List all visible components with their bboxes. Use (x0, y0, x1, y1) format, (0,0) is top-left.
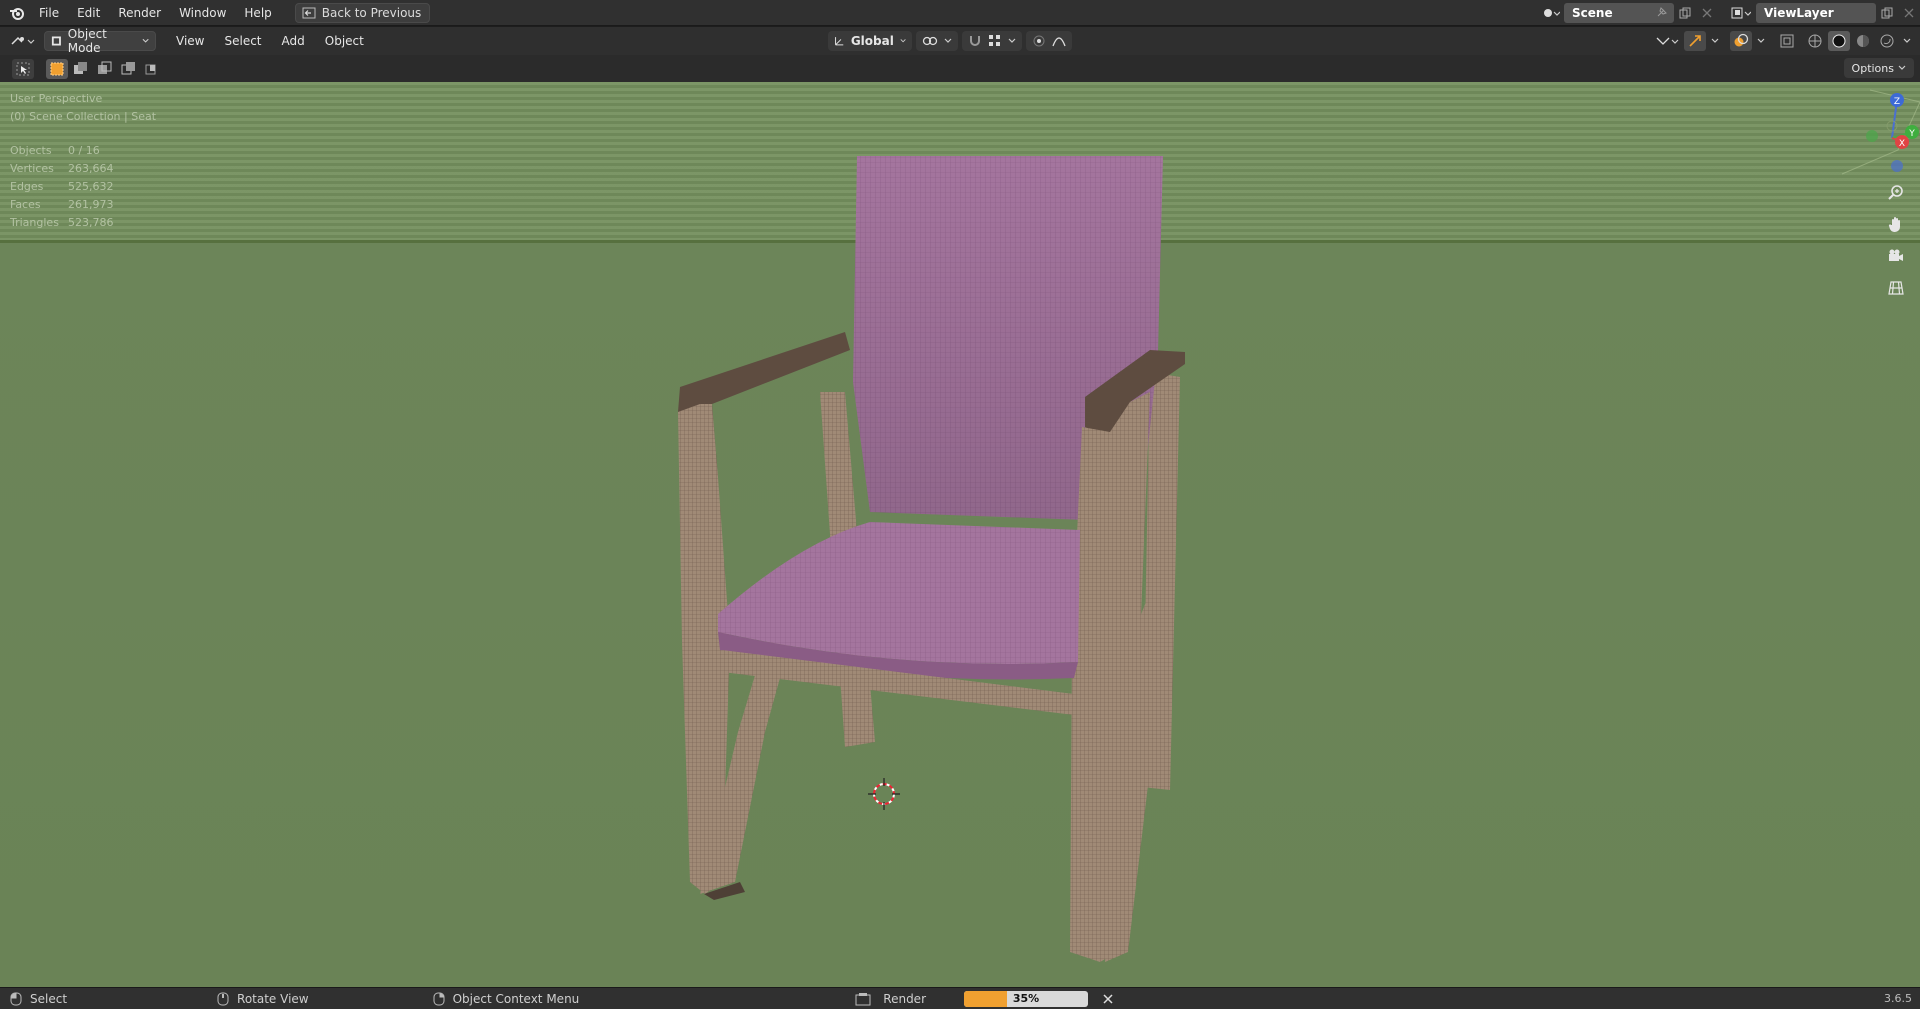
transform-orientation-dropdown[interactable]: Global (828, 31, 912, 51)
chair-seat (718, 522, 1080, 680)
render-progress-text: 35% (1012, 991, 1040, 1005)
transform-pivot-dropdown[interactable] (916, 31, 958, 51)
shading-material-icon[interactable] (1852, 31, 1874, 51)
mode-dropdown[interactable]: Object Mode (44, 27, 156, 55)
back-arrow-icon (302, 7, 316, 18)
back-to-previous-button[interactable]: Back to Previous (294, 2, 431, 23)
select-tool-icon[interactable] (12, 58, 34, 79)
gizmo-neg-x-icon[interactable] (1886, 120, 1898, 132)
gizmo-y-label: Y (1908, 129, 1915, 139)
menu-edit[interactable]: Edit (68, 0, 109, 26)
chevron-down-icon (1898, 65, 1906, 70)
viewport-header: Object Mode View Select Add Object Globa… (0, 27, 1920, 55)
pin-icon[interactable] (1654, 6, 1668, 20)
render-progress-bar: 35% (964, 990, 1089, 1007)
xray-toggle-icon[interactable] (1776, 31, 1798, 51)
status-context-label: Object Context Menu (452, 991, 580, 1006)
new-scene-icon[interactable] (1674, 3, 1696, 23)
select-mode-subtract-icon[interactable] (94, 59, 116, 79)
gizmo-z-label: Z (1894, 97, 1900, 107)
orientation-label: Global (850, 34, 894, 48)
chevron-down-icon (142, 38, 149, 43)
overlays-dropdown-icon[interactable] (1754, 31, 1768, 51)
chevron-down-icon (900, 39, 906, 43)
mouse-middle-icon (217, 992, 229, 1005)
view-layer-value: ViewLayer (1764, 6, 1834, 20)
chair-model[interactable] (0, 82, 1920, 987)
gizmo-dropdown-icon[interactable] (1708, 31, 1722, 51)
gizmo-toggle-icon[interactable] (1684, 31, 1706, 51)
chevron-down-icon (944, 38, 952, 43)
shading-wireframe-icon[interactable] (1804, 31, 1826, 51)
falloff-curve-icon (1052, 37, 1066, 47)
shading-solid-icon[interactable] (1828, 31, 1850, 51)
proportional-dot-icon (1033, 35, 1045, 47)
proportional-editing-toggle[interactable] (1026, 31, 1072, 51)
3d-viewport[interactable]: User Perspective (0) Scene Collection | … (0, 82, 1920, 987)
mode-label: Object Mode (67, 27, 107, 55)
tool-settings-bar: Options (0, 55, 1920, 82)
perspective-toggle-icon[interactable] (1884, 276, 1908, 300)
scene-name-field[interactable]: Scene (1564, 3, 1674, 23)
status-bar: Select Rotate View Object Context Menu R… (0, 987, 1920, 1009)
overlays-toggle-icon[interactable] (1730, 31, 1752, 51)
new-view-layer-icon[interactable] (1876, 3, 1898, 23)
header-menu-view[interactable]: View (166, 34, 214, 48)
render-job: Render 35% (855, 990, 1114, 1007)
scene-selector-icon[interactable] (1538, 3, 1564, 23)
status-context-hint: Object Context Menu (433, 991, 580, 1006)
gizmo-x-label: X (1899, 139, 1905, 149)
chevron-down-icon (1008, 38, 1016, 43)
delete-scene-icon[interactable] (1696, 3, 1718, 23)
options-label: Options (1851, 61, 1894, 75)
orientation-icon (835, 37, 844, 46)
3d-cursor[interactable] (868, 778, 900, 810)
navigation-gizmo[interactable]: Z Y X (1840, 82, 1920, 178)
shading-rendered-icon[interactable] (1876, 31, 1898, 51)
menu-render[interactable]: Render (109, 0, 170, 26)
menu-window[interactable]: Window (170, 0, 235, 26)
snap-toggle[interactable] (962, 31, 1022, 51)
select-mode-new-icon[interactable] (46, 58, 68, 79)
mouse-left-icon (10, 992, 22, 1005)
header-menu-object[interactable]: Object (315, 34, 374, 48)
status-rotate-hint: Rotate View (217, 992, 309, 1006)
status-select-label: Select (30, 991, 68, 1006)
options-dropdown[interactable]: Options (1843, 58, 1914, 78)
select-mode-intersect-icon[interactable] (142, 59, 164, 79)
zoom-view-icon[interactable] (1884, 180, 1908, 204)
pan-hand-icon[interactable] (1884, 212, 1908, 236)
snap-grid-icon (989, 35, 1000, 46)
menu-file[interactable]: File (30, 0, 68, 26)
selectability-icon[interactable] (1652, 31, 1682, 51)
view-layer-field[interactable]: ViewLayer (1756, 3, 1876, 23)
view-layer-selector-icon[interactable] (1726, 3, 1756, 23)
gizmo-neg-y-icon[interactable] (1866, 130, 1878, 142)
camera-view-icon[interactable] (1884, 244, 1908, 268)
select-mode-extend-icon[interactable] (70, 59, 92, 79)
status-rotate-label: Rotate View (237, 991, 309, 1006)
delete-view-layer-icon[interactable] (1898, 3, 1920, 23)
pivot-link-icon (922, 36, 938, 46)
scene-name-value: Scene (1572, 6, 1613, 20)
header-menu-select[interactable]: Select (214, 34, 271, 48)
cancel-render-icon[interactable] (1102, 993, 1114, 1005)
status-select-hint: Select (10, 992, 67, 1006)
mouse-right-icon (433, 992, 445, 1005)
back-to-previous-label: Back to Previous (321, 5, 422, 20)
top-menu-bar: File Edit Render Window Help Back to Pre… (0, 0, 1920, 26)
select-mode-invert-icon[interactable] (118, 59, 140, 79)
render-label: Render (883, 991, 927, 1006)
header-menu-add[interactable]: Add (272, 34, 315, 48)
menu-help[interactable]: Help (235, 0, 280, 26)
editor-type-icon[interactable] (6, 31, 40, 51)
blender-logo-icon[interactable] (4, 0, 30, 26)
version-label: 3.6.5 (1884, 992, 1912, 1005)
render-icon (855, 992, 871, 1005)
gizmo-neg-z-icon[interactable] (1891, 160, 1903, 172)
shading-dropdown-icon[interactable] (1900, 31, 1914, 51)
object-mode-icon (51, 36, 61, 46)
magnet-icon (970, 36, 980, 46)
